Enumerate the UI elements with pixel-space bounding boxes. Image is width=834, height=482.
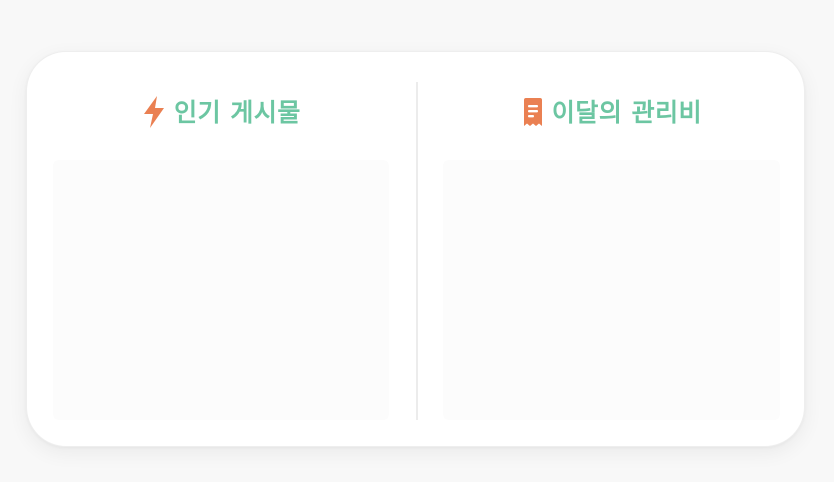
popular-posts-title: 인기 게시물 — [174, 97, 301, 127]
popular-posts-content — [53, 160, 389, 420]
monthly-fee-title: 이달의 관리비 — [551, 97, 703, 127]
monthly-fee-content — [443, 160, 780, 420]
receipt-icon — [522, 97, 544, 127]
monthly-fee-panel: 이달의 관리비 — [418, 52, 806, 446]
dashboard-card: 인기 게시물 이달의 관리비 — [26, 51, 805, 447]
popular-posts-panel: 인기 게시물 — [27, 52, 416, 446]
monthly-fee-header[interactable]: 이달의 관리비 — [418, 94, 806, 130]
lightning-icon — [142, 95, 166, 129]
popular-posts-header[interactable]: 인기 게시물 — [27, 94, 416, 130]
